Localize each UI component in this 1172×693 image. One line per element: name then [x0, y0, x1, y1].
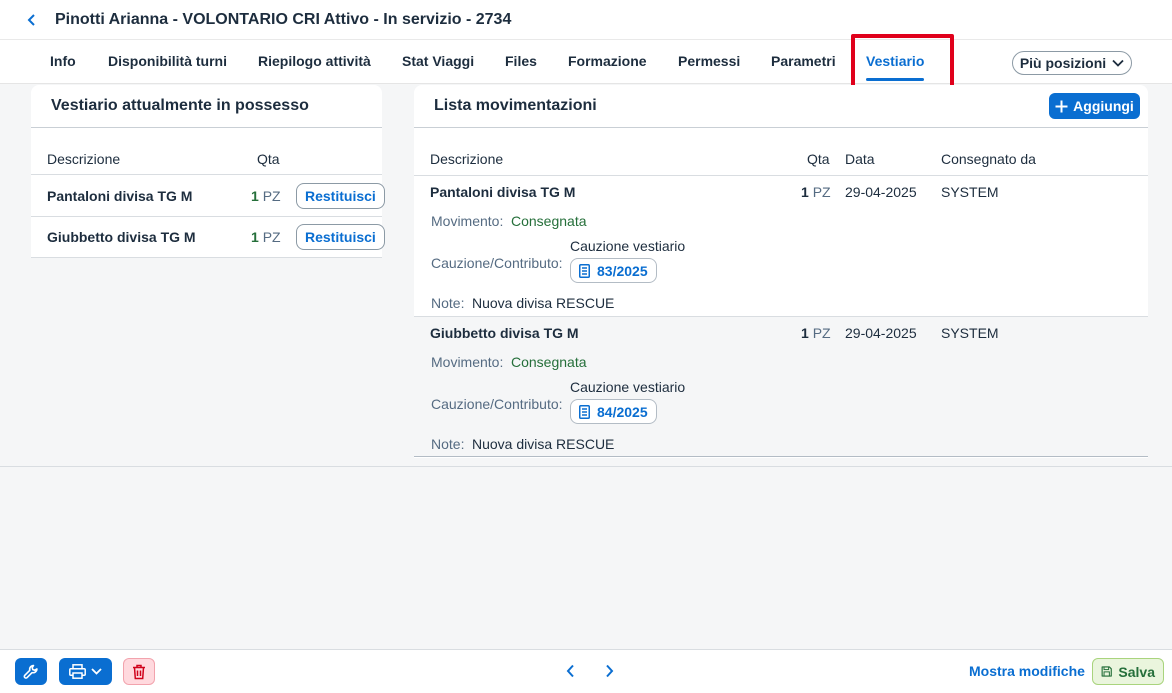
item-description: Giubbetto divisa TG M	[47, 229, 196, 245]
column-header-qty: Qta	[807, 151, 830, 167]
return-button[interactable]: Restituisci	[296, 183, 385, 209]
more-positions-button[interactable]: Più posizioni	[1012, 51, 1132, 75]
movements-title: Lista movimentazioni	[434, 97, 597, 114]
item-description: Pantaloni divisa TG M	[47, 188, 193, 204]
deposit-document-number: 83/2025	[597, 262, 648, 279]
movement-label: Movimento:	[431, 213, 504, 229]
deposit-label: Cauzione/Contributo:	[431, 396, 563, 412]
save-button[interactable]: Salva	[1092, 658, 1164, 685]
tab-riepilogo-attivita[interactable]: Riepilogo attività	[258, 40, 371, 83]
save-icon	[1101, 666, 1112, 677]
movement-label: Movimento:	[431, 354, 504, 370]
tab-parametri[interactable]: Parametri	[771, 40, 836, 83]
tab-stat-viaggi[interactable]: Stat Viaggi	[402, 40, 474, 83]
deposit-label: Cauzione/Contributo:	[431, 255, 563, 271]
tab-disponibilita-turni[interactable]: Disponibilità turni	[108, 40, 227, 83]
movement-date: 29-04-2025	[845, 325, 917, 341]
show-changes-link[interactable]: Mostra modifiche	[969, 663, 1085, 679]
tab-info[interactable]: Info	[50, 40, 76, 83]
title-bar: Pinotti Arianna - VOLONTARIO CRI Attivo …	[0, 0, 1172, 40]
plus-icon	[1055, 100, 1068, 112]
movement-delivered-by: SYSTEM	[941, 325, 999, 341]
divider	[414, 456, 1148, 457]
divider	[31, 216, 382, 217]
tab-formazione[interactable]: Formazione	[568, 40, 647, 83]
divider	[31, 174, 382, 175]
add-button[interactable]: Aggiungi	[1049, 93, 1140, 119]
chevron-down-icon	[1112, 59, 1124, 67]
divider	[414, 127, 1148, 128]
tab-files[interactable]: Files	[505, 40, 537, 83]
content-divider	[0, 466, 1172, 467]
chevron-down-icon	[91, 668, 102, 675]
back-button[interactable]	[24, 12, 40, 28]
movements-panel: Lista movimentazioni Aggiungi Descrizion…	[414, 85, 1148, 458]
delete-button[interactable]	[123, 658, 155, 685]
tab-vestiario[interactable]: Vestiario	[866, 40, 925, 83]
movement-description: Giubbetto divisa TG M	[430, 325, 579, 341]
movement-description: Pantaloni divisa TG M	[430, 184, 576, 200]
column-header-delivered-by: Consegnato da	[941, 151, 1036, 167]
previous-button[interactable]	[562, 662, 578, 680]
movement-qty: 1 PZ	[801, 184, 831, 200]
divider	[414, 175, 1148, 176]
deposit-title: Cauzione vestiario	[570, 238, 686, 254]
return-button[interactable]: Restituisci	[296, 224, 385, 250]
divider	[414, 316, 1148, 317]
owned-clothing-title: Vestiario attualmente in possesso	[51, 97, 309, 114]
deposit-document-button[interactable]: 84/2025	[570, 399, 657, 424]
more-positions-label: Più posizioni	[1019, 55, 1107, 71]
movement-status: Consegnata	[511, 354, 587, 370]
column-header-description: Descrizione	[47, 151, 121, 167]
chevron-right-icon	[605, 664, 613, 678]
wrench-icon	[23, 664, 38, 679]
deposit-title: Cauzione vestiario	[570, 379, 686, 395]
save-label: Salva	[1118, 663, 1155, 680]
print-menu-button[interactable]	[59, 658, 112, 685]
movement-status: Consegnata	[511, 213, 587, 229]
notes-label: Note:	[431, 436, 465, 452]
trash-icon	[133, 664, 145, 679]
footer-toolbar: Mostra modifiche Salva	[0, 649, 1172, 693]
owned-clothing-panel: Vestiario attualmente in possesso Descri…	[31, 85, 385, 258]
tab-bar: Info Disponibilità turni Riepilogo attiv…	[0, 40, 1172, 83]
document-icon	[579, 404, 590, 419]
item-qty: 1 PZ	[251, 229, 281, 245]
object-header: Pinotti Arianna - VOLONTARIO CRI Attivo …	[0, 0, 1172, 84]
chevron-left-icon	[27, 13, 35, 26]
deposit-document-number: 84/2025	[597, 403, 648, 420]
column-header-qty: Qta	[257, 151, 280, 167]
movement-date: 29-04-2025	[845, 184, 917, 200]
page-title: Pinotti Arianna - VOLONTARIO CRI Attivo …	[55, 10, 512, 28]
deposit-document-button[interactable]: 83/2025	[570, 258, 657, 283]
printer-icon	[69, 664, 86, 679]
movement-qty: 1 PZ	[801, 325, 831, 341]
tab-permessi[interactable]: Permessi	[678, 40, 740, 83]
divider	[31, 257, 382, 258]
notes-value: Nuova divisa RESCUE	[472, 436, 615, 452]
notes-value: Nuova divisa RESCUE	[472, 295, 615, 311]
chevron-left-icon	[566, 664, 574, 678]
next-button[interactable]	[601, 662, 617, 680]
document-icon	[579, 263, 590, 278]
item-qty: 1 PZ	[251, 188, 281, 204]
tools-button[interactable]	[15, 658, 47, 685]
column-header-date: Data	[845, 151, 875, 167]
add-button-label: Aggiungi	[1073, 98, 1134, 114]
table-row: Giubbetto divisa TG M 1 PZ 29-04-2025 SY…	[414, 316, 1148, 457]
notes-label: Note:	[431, 295, 465, 311]
column-header-description: Descrizione	[430, 151, 504, 167]
movement-delivered-by: SYSTEM	[941, 184, 999, 200]
divider	[31, 127, 382, 128]
